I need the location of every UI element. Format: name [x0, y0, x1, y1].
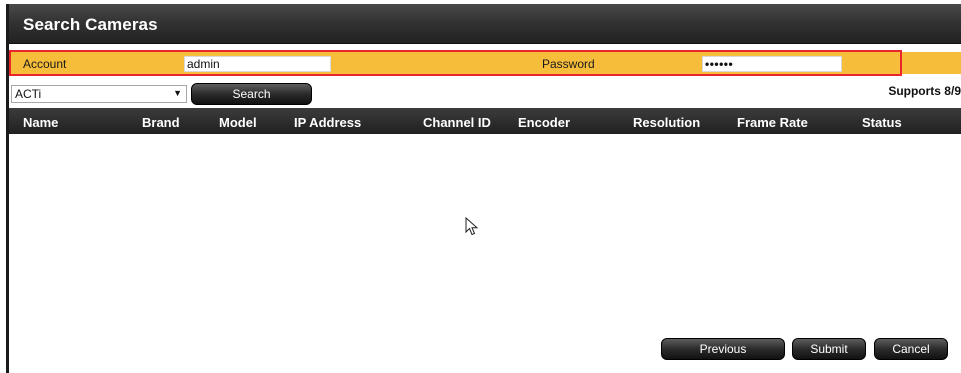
search-toolbar: ACTi ▼ Search Supports 8/9: [9, 80, 961, 108]
credentials-bar-extension: [902, 52, 961, 74]
brand-select-value: ACTi: [15, 87, 42, 101]
password-label: Password: [542, 57, 595, 71]
column-header-name[interactable]: Name: [23, 115, 58, 130]
column-header-status[interactable]: Status: [862, 115, 902, 130]
column-header-brand[interactable]: Brand: [142, 115, 180, 130]
cancel-button[interactable]: Cancel: [874, 338, 948, 360]
search-button[interactable]: Search: [191, 83, 312, 105]
pointer-cursor-icon: [465, 217, 479, 236]
supports-count: Supports 8/9: [888, 84, 961, 98]
account-label: Account: [23, 57, 67, 71]
credentials-bar: Account admin Password ••••••: [9, 50, 902, 76]
password-input[interactable]: ••••••: [702, 56, 842, 72]
results-table-header: Name Brand Model IP Address Channel ID E…: [9, 108, 961, 134]
page-title: Search Cameras: [23, 15, 158, 34]
submit-button[interactable]: Submit: [792, 338, 866, 360]
brand-select[interactable]: ACTi ▼: [11, 85, 187, 103]
account-input[interactable]: admin: [184, 56, 331, 72]
column-header-model[interactable]: Model: [219, 115, 257, 130]
column-header-ip-address[interactable]: IP Address: [294, 115, 361, 130]
column-header-resolution[interactable]: Resolution: [633, 115, 700, 130]
column-header-frame-rate[interactable]: Frame Rate: [737, 115, 808, 130]
title-bar: Search Cameras: [9, 4, 961, 44]
dropdown-arrow-icon: ▼: [173, 88, 182, 98]
previous-button[interactable]: Previous: [661, 338, 785, 360]
column-header-encoder[interactable]: Encoder: [518, 115, 570, 130]
column-header-channel-id[interactable]: Channel ID: [423, 115, 491, 130]
